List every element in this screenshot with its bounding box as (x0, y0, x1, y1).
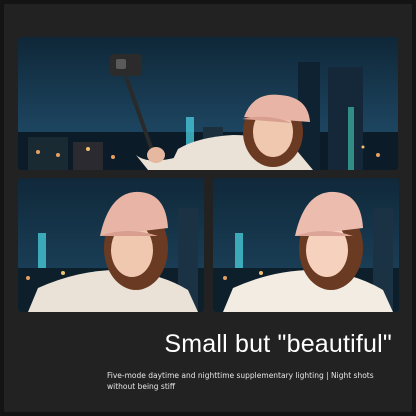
night-portrait-image-right (213, 178, 399, 312)
night-portrait-image-left (18, 178, 204, 312)
subtitle: Five-mode daytime and nighttime suppleme… (107, 371, 374, 391)
night-city-selfie-image (18, 37, 398, 170)
selfie-stick-photo (18, 37, 398, 170)
headline: Small but "beautiful" (164, 330, 392, 358)
comparison-photo-left (18, 178, 204, 312)
comparison-photo-right (213, 178, 399, 312)
